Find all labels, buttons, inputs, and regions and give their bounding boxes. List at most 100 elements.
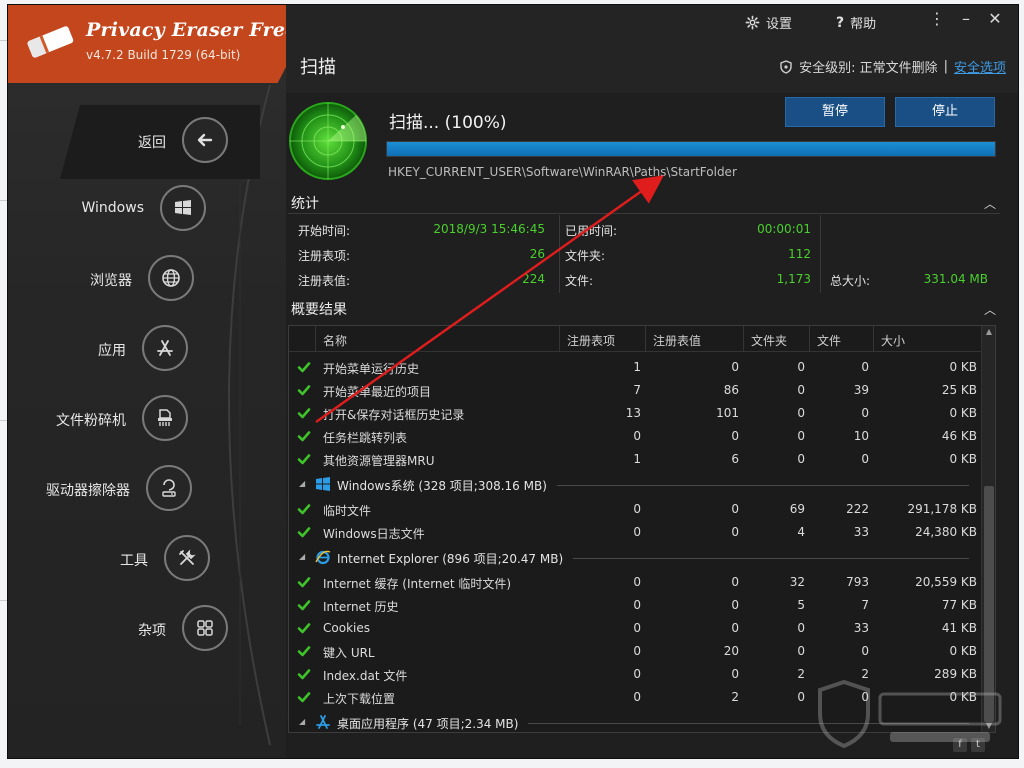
sidebar-item-tools[interactable]: 工具 xyxy=(38,535,210,583)
scroll-up-arrow-icon[interactable]: ▲ xyxy=(982,326,995,338)
scan-progress-fill xyxy=(387,142,995,156)
files-cell: 222 xyxy=(846,502,869,516)
column-header-registry-items[interactable]: 注册表项 xyxy=(567,332,615,349)
watermark-logo xyxy=(818,680,1002,749)
settings-button[interactable]: 设置 xyxy=(745,13,792,32)
size-cell: 0 KB xyxy=(949,406,977,420)
sidebar-item-browser[interactable]: 浏览器 xyxy=(28,255,194,303)
files-cell: 793 xyxy=(846,575,869,589)
table-row[interactable]: Windows日志文件 0 0 4 33 24,380 KB xyxy=(289,521,981,544)
column-divider xyxy=(315,326,316,352)
checkmark-icon[interactable] xyxy=(297,644,311,658)
checkmark-icon[interactable] xyxy=(297,621,311,635)
table-row[interactable]: Cookies 0 0 0 33 41 KB xyxy=(289,617,981,640)
elapsed-time-label: 已用时间: xyxy=(565,224,618,238)
top-bar xyxy=(286,5,1018,93)
results-group-header[interactable]: ◢ Windows系统 (328 项目;308.16 MB) xyxy=(289,471,981,498)
table-row[interactable]: Internet 历史 0 0 5 7 77 KB xyxy=(289,594,981,617)
registry-items-cell: 0 xyxy=(633,690,641,704)
files-cell: 2 xyxy=(861,667,869,681)
column-header-size[interactable]: 大小 xyxy=(881,332,905,349)
checkmark-icon[interactable] xyxy=(297,360,311,374)
checkmark-icon[interactable] xyxy=(297,598,311,612)
size-cell: 20,559 KB xyxy=(915,575,977,589)
app-version: v4.7.2 Build 1729 (64-bit) xyxy=(86,48,241,62)
results-group-header[interactable]: ◢ Internet Explorer (896 项目;20.47 MB) xyxy=(289,544,981,571)
folders-cell: 0 xyxy=(797,429,805,443)
row-name-cell: Index.dat 文件 xyxy=(323,669,408,683)
table-row[interactable]: 临时文件 0 0 69 222 291,178 KB xyxy=(289,498,981,521)
current-scan-path: HKEY_CURRENT_USER\Software\WinRAR\Paths\… xyxy=(388,165,737,179)
checkmark-icon[interactable] xyxy=(297,406,311,420)
results-collapse-icon[interactable]: ︿ xyxy=(984,301,996,318)
column-header-folders[interactable]: 文件夹 xyxy=(751,332,787,349)
stop-button[interactable]: 停止 xyxy=(895,97,995,127)
size-cell: 289 KB xyxy=(934,667,977,681)
results-scrollbar[interactable]: ▲ ▼ xyxy=(981,326,995,732)
sidebar-item-back[interactable]: 返回 xyxy=(68,117,228,165)
folders-label: 文件夹: xyxy=(565,249,606,263)
expand-triangle-icon[interactable]: ◢ xyxy=(299,717,305,726)
app-title: Privacy Eraser Free xyxy=(86,19,298,41)
column-header-registry-values[interactable]: 注册表值 xyxy=(653,332,701,349)
settings-label: 设置 xyxy=(766,17,793,32)
table-row[interactable]: 打开&保存对话框历史记录 13 101 0 0 0 KB xyxy=(289,402,981,425)
registry-items-cell: 1 xyxy=(633,452,641,466)
checkmark-icon[interactable] xyxy=(297,690,311,704)
row-name-cell: Internet 缓存 (Internet 临时文件) xyxy=(323,577,512,591)
row-name-cell: 临时文件 xyxy=(323,504,372,518)
scan-status: 扫描... (100%) xyxy=(389,113,507,133)
column-header-name[interactable]: 名称 xyxy=(323,332,347,349)
registry-items-cell: 0 xyxy=(633,667,641,681)
row-name-cell: Internet 历史 xyxy=(323,600,399,614)
table-row[interactable]: 开始菜单最近的项目 7 86 0 39 25 KB xyxy=(289,379,981,402)
sidebar-item-windows[interactable]: Windows xyxy=(48,185,206,233)
pause-button[interactable]: 暂停 xyxy=(785,97,885,127)
checkmark-icon[interactable] xyxy=(297,429,311,443)
sidebar-item-file-shredder[interactable]: 文件粉碎机 xyxy=(18,395,188,443)
folders-value: 112 xyxy=(788,247,811,261)
checkmark-icon[interactable] xyxy=(297,667,311,681)
row-name-cell: 上次下载位置 xyxy=(323,692,396,706)
table-row[interactable]: 其他资源管理器MRU 1 6 0 0 0 KB xyxy=(289,448,981,471)
help-label: 帮助 xyxy=(850,17,877,32)
close-button[interactable]: ✕ xyxy=(984,9,1006,29)
tools-icon xyxy=(164,535,210,581)
expand-triangle-icon[interactable]: ◢ xyxy=(299,552,305,561)
table-row[interactable]: 键入 URL 0 20 0 0 0 KB xyxy=(289,640,981,663)
row-name-cell: Cookies xyxy=(323,621,370,635)
sidebar-item-apps[interactable]: 应用 xyxy=(18,325,188,373)
checkmark-icon[interactable] xyxy=(297,525,311,539)
security-options-link[interactable]: 安全选项 xyxy=(954,57,1006,76)
sidebar: Privacy Eraser Free v4.7.2 Build 1729 (6… xyxy=(8,5,318,758)
scan-progress-bar xyxy=(386,141,996,157)
registry-items-label: 注册表项: xyxy=(298,249,351,263)
drive-wiper-icon xyxy=(146,465,192,511)
column-divider xyxy=(809,326,810,352)
files-cell: 7 xyxy=(861,598,869,612)
size-cell: 0 KB xyxy=(949,644,977,658)
checkmark-icon[interactable] xyxy=(297,452,311,466)
expand-triangle-icon[interactable]: ◢ xyxy=(299,479,305,488)
help-button[interactable]: ? 帮助 xyxy=(836,13,877,33)
stats-collapse-icon[interactable]: ︿ xyxy=(984,195,996,212)
table-row[interactable]: 任务栏跳转列表 0 0 0 10 46 KB xyxy=(289,425,981,448)
table-row[interactable]: 开始菜单运行历史 1 0 0 0 0 KB xyxy=(289,356,981,379)
total-size-label: 总大小: xyxy=(830,274,871,288)
sidebar-item-misc[interactable]: 杂项 xyxy=(58,605,228,653)
registry-values-label: 注册表值: xyxy=(298,274,351,288)
sidebar-item-drive-wiper[interactable]: 驱动器擦除器 xyxy=(18,465,192,513)
row-name-cell: 打开&保存对话框历史记录 xyxy=(323,408,465,422)
app-store-icon xyxy=(142,325,188,371)
checkmark-icon[interactable] xyxy=(297,575,311,589)
checkmark-icon[interactable] xyxy=(297,383,311,397)
column-header-files[interactable]: 文件 xyxy=(817,332,841,349)
stats-column-divider xyxy=(820,215,821,293)
minimize-button[interactable]: – xyxy=(955,9,977,29)
table-row[interactable]: Internet 缓存 (Internet 临时文件) 0 0 32 793 20,559… xyxy=(289,571,981,594)
window-menu-button[interactable]: ⋮ xyxy=(926,9,948,29)
internet-explorer-icon xyxy=(315,549,331,565)
size-cell: 41 KB xyxy=(941,621,977,635)
checkmark-icon[interactable] xyxy=(297,502,311,516)
size-cell: 25 KB xyxy=(941,383,977,397)
